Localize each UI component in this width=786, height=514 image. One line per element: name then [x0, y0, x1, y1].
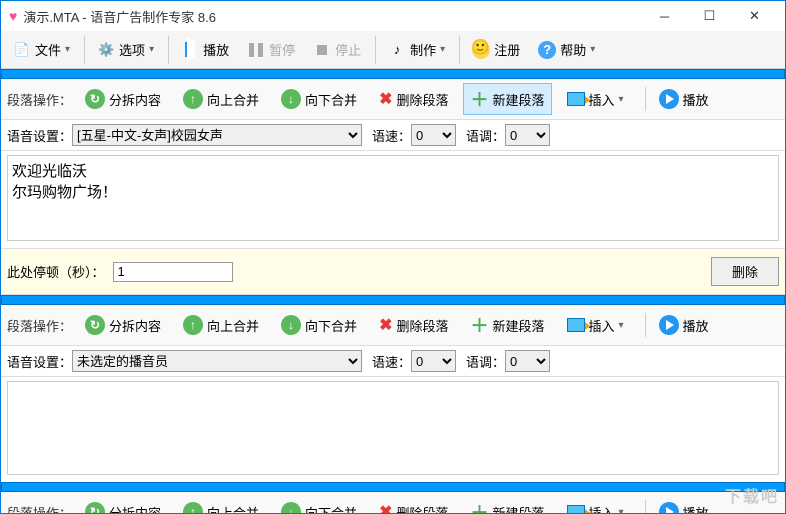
speed-select[interactable]: 0: [411, 350, 456, 372]
gear-icon: ⚙️: [97, 41, 115, 59]
segment-ops-label: 段落操作：: [7, 90, 72, 109]
insert-icon: [567, 318, 585, 332]
pitch-select[interactable]: 0: [505, 350, 550, 372]
voice-settings-row: 语音设置： 未选定的播音员 语速： 0 语调： 0: [1, 346, 785, 377]
pause-row: 此处停顿（秒）： 删除: [1, 248, 785, 295]
insert-icon: [567, 92, 585, 106]
pause-input[interactable]: [113, 262, 233, 282]
play-button[interactable]: 播放: [173, 36, 237, 63]
insert-button[interactable]: 插入▾: [560, 87, 631, 112]
merge-up-button[interactable]: ↑向上合并: [176, 499, 266, 513]
file-icon: 📄: [13, 41, 31, 59]
music-note-icon: ♪: [388, 41, 406, 59]
close-button[interactable]: ✕: [732, 1, 777, 31]
chevron-down-icon: ▾: [440, 44, 445, 55]
stop-icon: [313, 41, 331, 59]
help-button[interactable]: ? 帮助 ▾: [530, 36, 603, 63]
segment-toolbar: 段落操作： ↻分拆内容 ↑向上合并 ↓向下合并 ✖删除段落 ＋新建段落 插入▾ …: [1, 492, 785, 513]
content-area: 段落操作： ↻分拆内容 ↑向上合并 ↓向下合并 ✖删除段落 ＋新建段落 插入▾ …: [1, 69, 785, 513]
merge-down-button[interactable]: ↓向下合并: [274, 86, 364, 112]
voice-label: 语音设置：: [7, 126, 72, 145]
file-button[interactable]: 📄 文件 ▾: [5, 36, 78, 63]
pause-label: 此处停顿（秒）：: [7, 262, 105, 281]
main-toolbar: 📄 文件 ▾ ⚙️ 选项 ▾ 播放 暂停 停止 ♪ 制作 ▾ 注册 ? 帮助 ▾: [1, 31, 785, 69]
delete-segment-button[interactable]: ✖删除段落: [372, 499, 455, 513]
smiley-icon: [472, 41, 490, 59]
merge-up-button[interactable]: ↑向上合并: [176, 312, 266, 338]
window-buttons: ─ ☐ ✕: [642, 1, 777, 31]
insert-icon: [567, 505, 585, 513]
delete-segment-button[interactable]: ✖删除段落: [372, 312, 455, 338]
merge-down-button[interactable]: ↓向下合并: [274, 312, 364, 338]
segment-text[interactable]: [7, 381, 779, 475]
split-button[interactable]: ↻分拆内容: [78, 86, 168, 112]
titlebar: ♥ 演示.MTA - 语音广告制作专家 8.6 ─ ☐ ✕: [1, 1, 785, 31]
maximize-button[interactable]: ☐: [687, 1, 732, 31]
new-segment-button[interactable]: ＋新建段落: [463, 83, 551, 115]
new-segment-button[interactable]: ＋新建段落: [463, 309, 551, 341]
text-zone: [1, 377, 785, 482]
merge-down-button[interactable]: ↓向下合并: [274, 499, 364, 513]
voice-select[interactable]: 未选定的播音员: [72, 350, 362, 372]
pause-icon: [247, 41, 265, 59]
voice-select[interactable]: [五星-中文-女声]校园女声: [72, 124, 362, 146]
split-button[interactable]: ↻分拆内容: [78, 312, 168, 338]
insert-button[interactable]: 插入▾: [560, 313, 631, 338]
chevron-down-icon: ▾: [590, 44, 595, 55]
window-title: 演示.MTA - 语音广告制作专家 8.6: [23, 7, 642, 26]
new-segment-button[interactable]: ＋新建段落: [463, 496, 551, 513]
segment-text[interactable]: [7, 155, 779, 241]
speed-label: 语速：: [372, 126, 411, 145]
chevron-down-icon: ▾: [65, 44, 70, 55]
segment-play-button[interactable]: 播放: [652, 499, 716, 513]
merge-up-button[interactable]: ↑向上合并: [176, 86, 266, 112]
delete-segment-button[interactable]: ✖删除段落: [372, 86, 455, 112]
segment-divider: [1, 69, 785, 79]
speed-select[interactable]: 0: [411, 124, 456, 146]
segment-divider: [1, 295, 785, 305]
pause-delete-button[interactable]: 删除: [711, 257, 779, 286]
stop-button[interactable]: 停止: [305, 36, 369, 63]
help-icon: ?: [538, 41, 556, 59]
make-button[interactable]: ♪ 制作 ▾: [380, 36, 453, 63]
play-icon: [181, 41, 199, 59]
app-icon: ♥: [9, 8, 17, 24]
segment-divider: [1, 482, 785, 492]
pause-button[interactable]: 暂停: [239, 36, 303, 63]
insert-button[interactable]: 插入▾: [560, 500, 631, 514]
pitch-select[interactable]: 0: [505, 124, 550, 146]
options-button[interactable]: ⚙️ 选项 ▾: [89, 36, 162, 63]
minimize-button[interactable]: ─: [642, 1, 687, 31]
chevron-down-icon: ▾: [149, 44, 154, 55]
register-button[interactable]: 注册: [464, 36, 528, 63]
segment-play-button[interactable]: 播放: [652, 312, 716, 338]
segment-play-button[interactable]: 播放: [652, 86, 716, 112]
split-button[interactable]: ↻分拆内容: [78, 499, 168, 513]
segment-toolbar: 段落操作： ↻分拆内容 ↑向上合并 ↓向下合并 ✖删除段落 ＋新建段落 插入▾ …: [1, 305, 785, 346]
segment-toolbar: 段落操作： ↻分拆内容 ↑向上合并 ↓向下合并 ✖删除段落 ＋新建段落 插入▾ …: [1, 79, 785, 120]
text-zone: [1, 151, 785, 248]
pitch-label: 语调：: [466, 126, 505, 145]
voice-settings-row: 语音设置： [五星-中文-女声]校园女声 语速： 0 语调： 0: [1, 120, 785, 151]
